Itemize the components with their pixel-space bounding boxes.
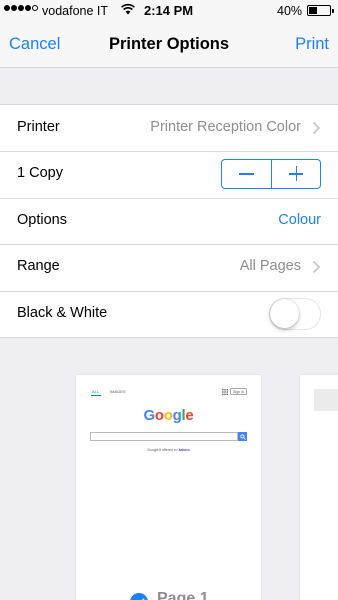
signal-strength-icon bbox=[4, 5, 38, 11]
battery-percentage: 40% bbox=[277, 4, 303, 18]
increment-button[interactable] bbox=[270, 160, 321, 189]
preview-search-button bbox=[238, 432, 247, 441]
wifi-icon bbox=[121, 3, 135, 15]
preview-content-block bbox=[314, 389, 338, 411]
preview-search-box bbox=[90, 432, 238, 441]
preview-offered-text: Google.it offered in: Italiano bbox=[76, 448, 261, 452]
preview-tab-all: ALL bbox=[92, 389, 100, 394]
preview-tab-images: IMAGES bbox=[110, 389, 126, 394]
preview-sign-in-button: Sign in bbox=[230, 388, 247, 395]
chevron-right-icon bbox=[312, 121, 321, 135]
printer-settings-list: Printer Printer Reception Color 1 Copy O… bbox=[0, 105, 338, 337]
page-preview-2[interactable] bbox=[300, 375, 338, 600]
logo-letter: o bbox=[163, 407, 173, 424]
copies-row: 1 Copy bbox=[0, 151, 338, 197]
black-white-row: Black & White bbox=[0, 290, 338, 337]
search-icon bbox=[239, 433, 246, 440]
preview-tab-underline bbox=[91, 395, 101, 396]
logo-letter: g bbox=[172, 407, 182, 424]
page-number-label: Page 1 bbox=[157, 590, 209, 600]
decrement-button[interactable] bbox=[222, 160, 271, 188]
range-value: All Pages bbox=[239, 258, 301, 275]
options-value[interactable]: Colour bbox=[278, 212, 321, 228]
range-row[interactable]: Range All Pages bbox=[0, 244, 338, 290]
logo-letter: e bbox=[185, 407, 194, 424]
page-preview-1[interactable]: ALL IMAGES Sign in Google Google.it offe… bbox=[76, 375, 261, 600]
page-title: Printer Options bbox=[108, 35, 230, 53]
offered-language: Italiano bbox=[178, 448, 190, 452]
apps-grid-icon bbox=[222, 389, 228, 395]
black-white-label: Black & White bbox=[17, 304, 108, 321]
section-spacer bbox=[0, 68, 338, 105]
logo-letter: o bbox=[154, 407, 164, 424]
copies-stepper[interactable] bbox=[221, 159, 321, 190]
chevron-right-icon bbox=[312, 261, 321, 274]
options-row[interactable]: Options Colour bbox=[0, 197, 338, 244]
print-button[interactable]: Print bbox=[295, 35, 329, 54]
logo-letter: G bbox=[143, 407, 156, 424]
options-label: Options bbox=[17, 211, 67, 228]
offered-prefix: Google.it offered in: bbox=[147, 448, 178, 452]
battery-icon bbox=[307, 5, 334, 16]
printer-value: Printer Reception Color bbox=[150, 119, 301, 135]
carrier-name: vodafone IT bbox=[42, 4, 109, 18]
printer-row[interactable]: Printer Printer Reception Color bbox=[0, 105, 338, 151]
toggle-knob bbox=[270, 298, 299, 328]
print-preview-area[interactable]: ALL IMAGES Sign in Google Google.it offe… bbox=[0, 337, 338, 600]
google-logo: Google bbox=[76, 407, 261, 424]
navigation-bar: Cancel Printer Options Print bbox=[0, 22, 338, 68]
range-label: Range bbox=[17, 258, 60, 275]
copies-label: 1 Copy bbox=[17, 165, 63, 182]
black-white-toggle[interactable] bbox=[269, 297, 321, 330]
status-time: 2:14 PM bbox=[144, 3, 194, 18]
printer-label: Printer bbox=[17, 119, 60, 135]
status-bar: vodafone IT 2:14 PM 40% bbox=[0, 0, 338, 22]
